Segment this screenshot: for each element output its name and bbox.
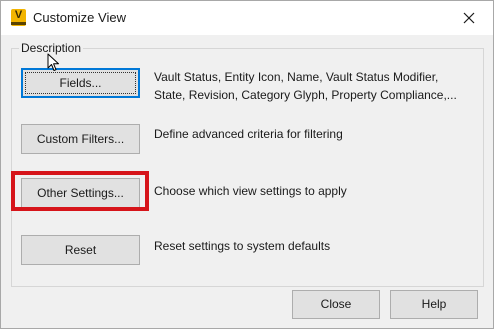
close-icon[interactable] — [456, 5, 482, 31]
vault-app-icon: V — [11, 9, 26, 26]
custom-filters-button[interactable]: Custom Filters... — [21, 124, 140, 154]
fields-description-line1: Vault Status, Entity Icon, Name, Vault S… — [154, 70, 439, 84]
reset-description: Reset settings to system defaults — [154, 239, 331, 253]
focus-rectangle — [25, 72, 136, 94]
fields-description-line2: State, Revision, Category Glyph, Propert… — [154, 88, 457, 102]
window-title: Customize View — [33, 10, 126, 25]
reset-button-label: Reset — [64, 243, 97, 257]
annotation-highlight-box — [11, 171, 149, 211]
help-button[interactable]: Help — [390, 290, 478, 319]
fields-button[interactable]: Fields... — [21, 68, 140, 98]
reset-button[interactable]: Reset — [21, 235, 140, 265]
fields-description: Vault Status, Entity Icon, Name, Vault S… — [154, 68, 457, 104]
app-icon-band — [11, 22, 26, 25]
help-button-label: Help — [421, 297, 447, 311]
other-settings-description: Choose which view settings to apply — [154, 184, 347, 198]
mouse-pointer-icon — [47, 53, 59, 71]
custom-filters-button-label: Custom Filters... — [36, 132, 125, 146]
app-icon-letter: V — [14, 9, 23, 21]
title-bar: V Customize View — [1, 1, 493, 35]
custom-filters-description: Define advanced criteria for filtering — [154, 127, 343, 141]
close-button-label: Close — [320, 297, 352, 311]
customize-view-dialog: V Customize View Description Fields... V… — [0, 0, 494, 329]
close-button[interactable]: Close — [292, 290, 380, 319]
